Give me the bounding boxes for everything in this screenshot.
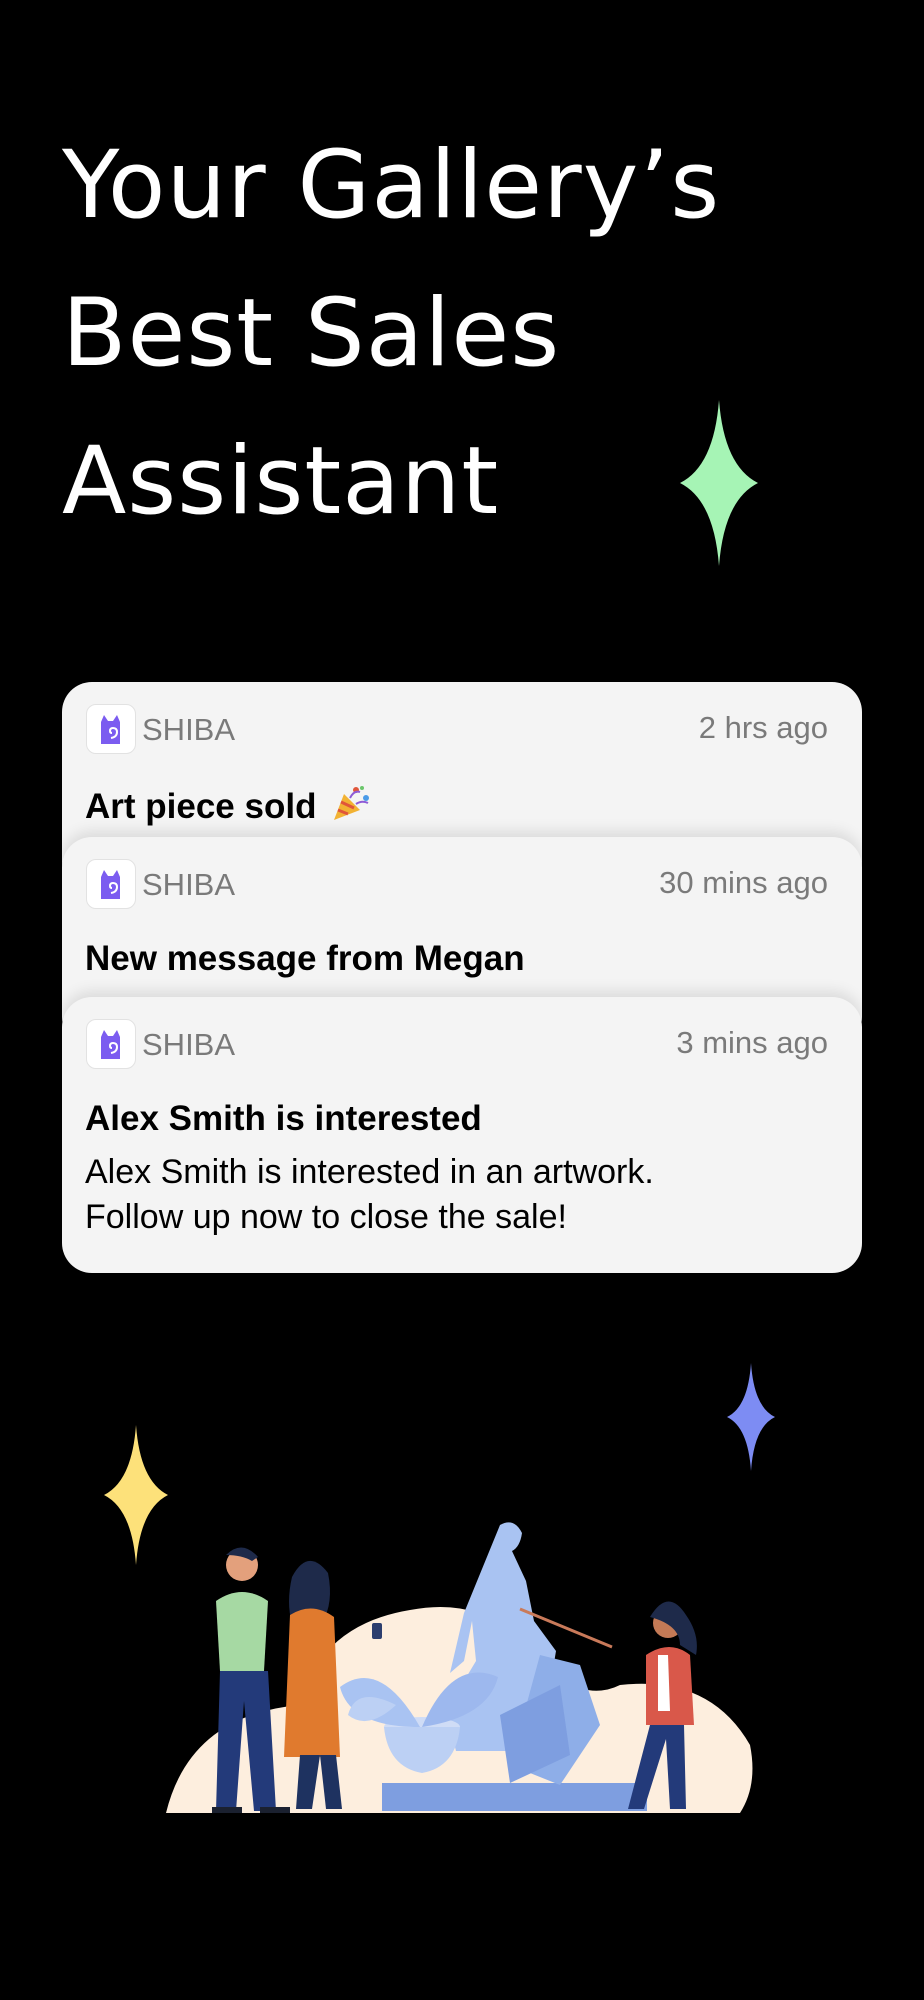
notification-time: 30 mins ago <box>659 865 828 900</box>
notification-time: 3 mins ago <box>676 1025 828 1060</box>
gallery-visitors-illustration <box>166 1522 753 1813</box>
notification-title: Art piece sold <box>85 784 372 827</box>
notification-title: New message from Megan <box>85 939 525 978</box>
onboarding-screen: Your Gallery’s Best Sales Assistant SHIB… <box>0 0 924 2000</box>
notification-time: 2 hrs ago <box>698 710 828 745</box>
green-sparkle-icon <box>680 400 758 566</box>
headline: Your Gallery’s Best Sales Assistant <box>62 112 720 556</box>
shiba-cat-icon <box>86 859 136 909</box>
notification-title: Alex Smith is interested <box>85 1099 482 1138</box>
notification-title-text: Art piece sold <box>85 787 317 826</box>
notification-body-line: Follow up now to close the sale! <box>85 1198 567 1236</box>
notification-body-line: Alex Smith is interested in an artwork. <box>85 1153 654 1191</box>
blue-sparkle-icon <box>727 1363 775 1471</box>
notification-body: Alex Smith is interested in an artwork. … <box>85 1150 845 1240</box>
shiba-cat-icon <box>86 704 136 754</box>
shiba-cat-icon <box>86 1019 136 1069</box>
headline-line-3: Assistant <box>62 427 500 536</box>
headline-line-1: Your Gallery’s <box>62 131 721 240</box>
notification-card[interactable]: SHIBA 3 mins ago Alex Smith is intereste… <box>62 997 862 1273</box>
app-name: SHIBA <box>142 1027 236 1062</box>
app-name: SHIBA <box>142 712 236 747</box>
app-name: SHIBA <box>142 867 236 902</box>
party-popper-icon <box>334 786 370 820</box>
headline-line-2: Best Sales <box>62 279 561 388</box>
